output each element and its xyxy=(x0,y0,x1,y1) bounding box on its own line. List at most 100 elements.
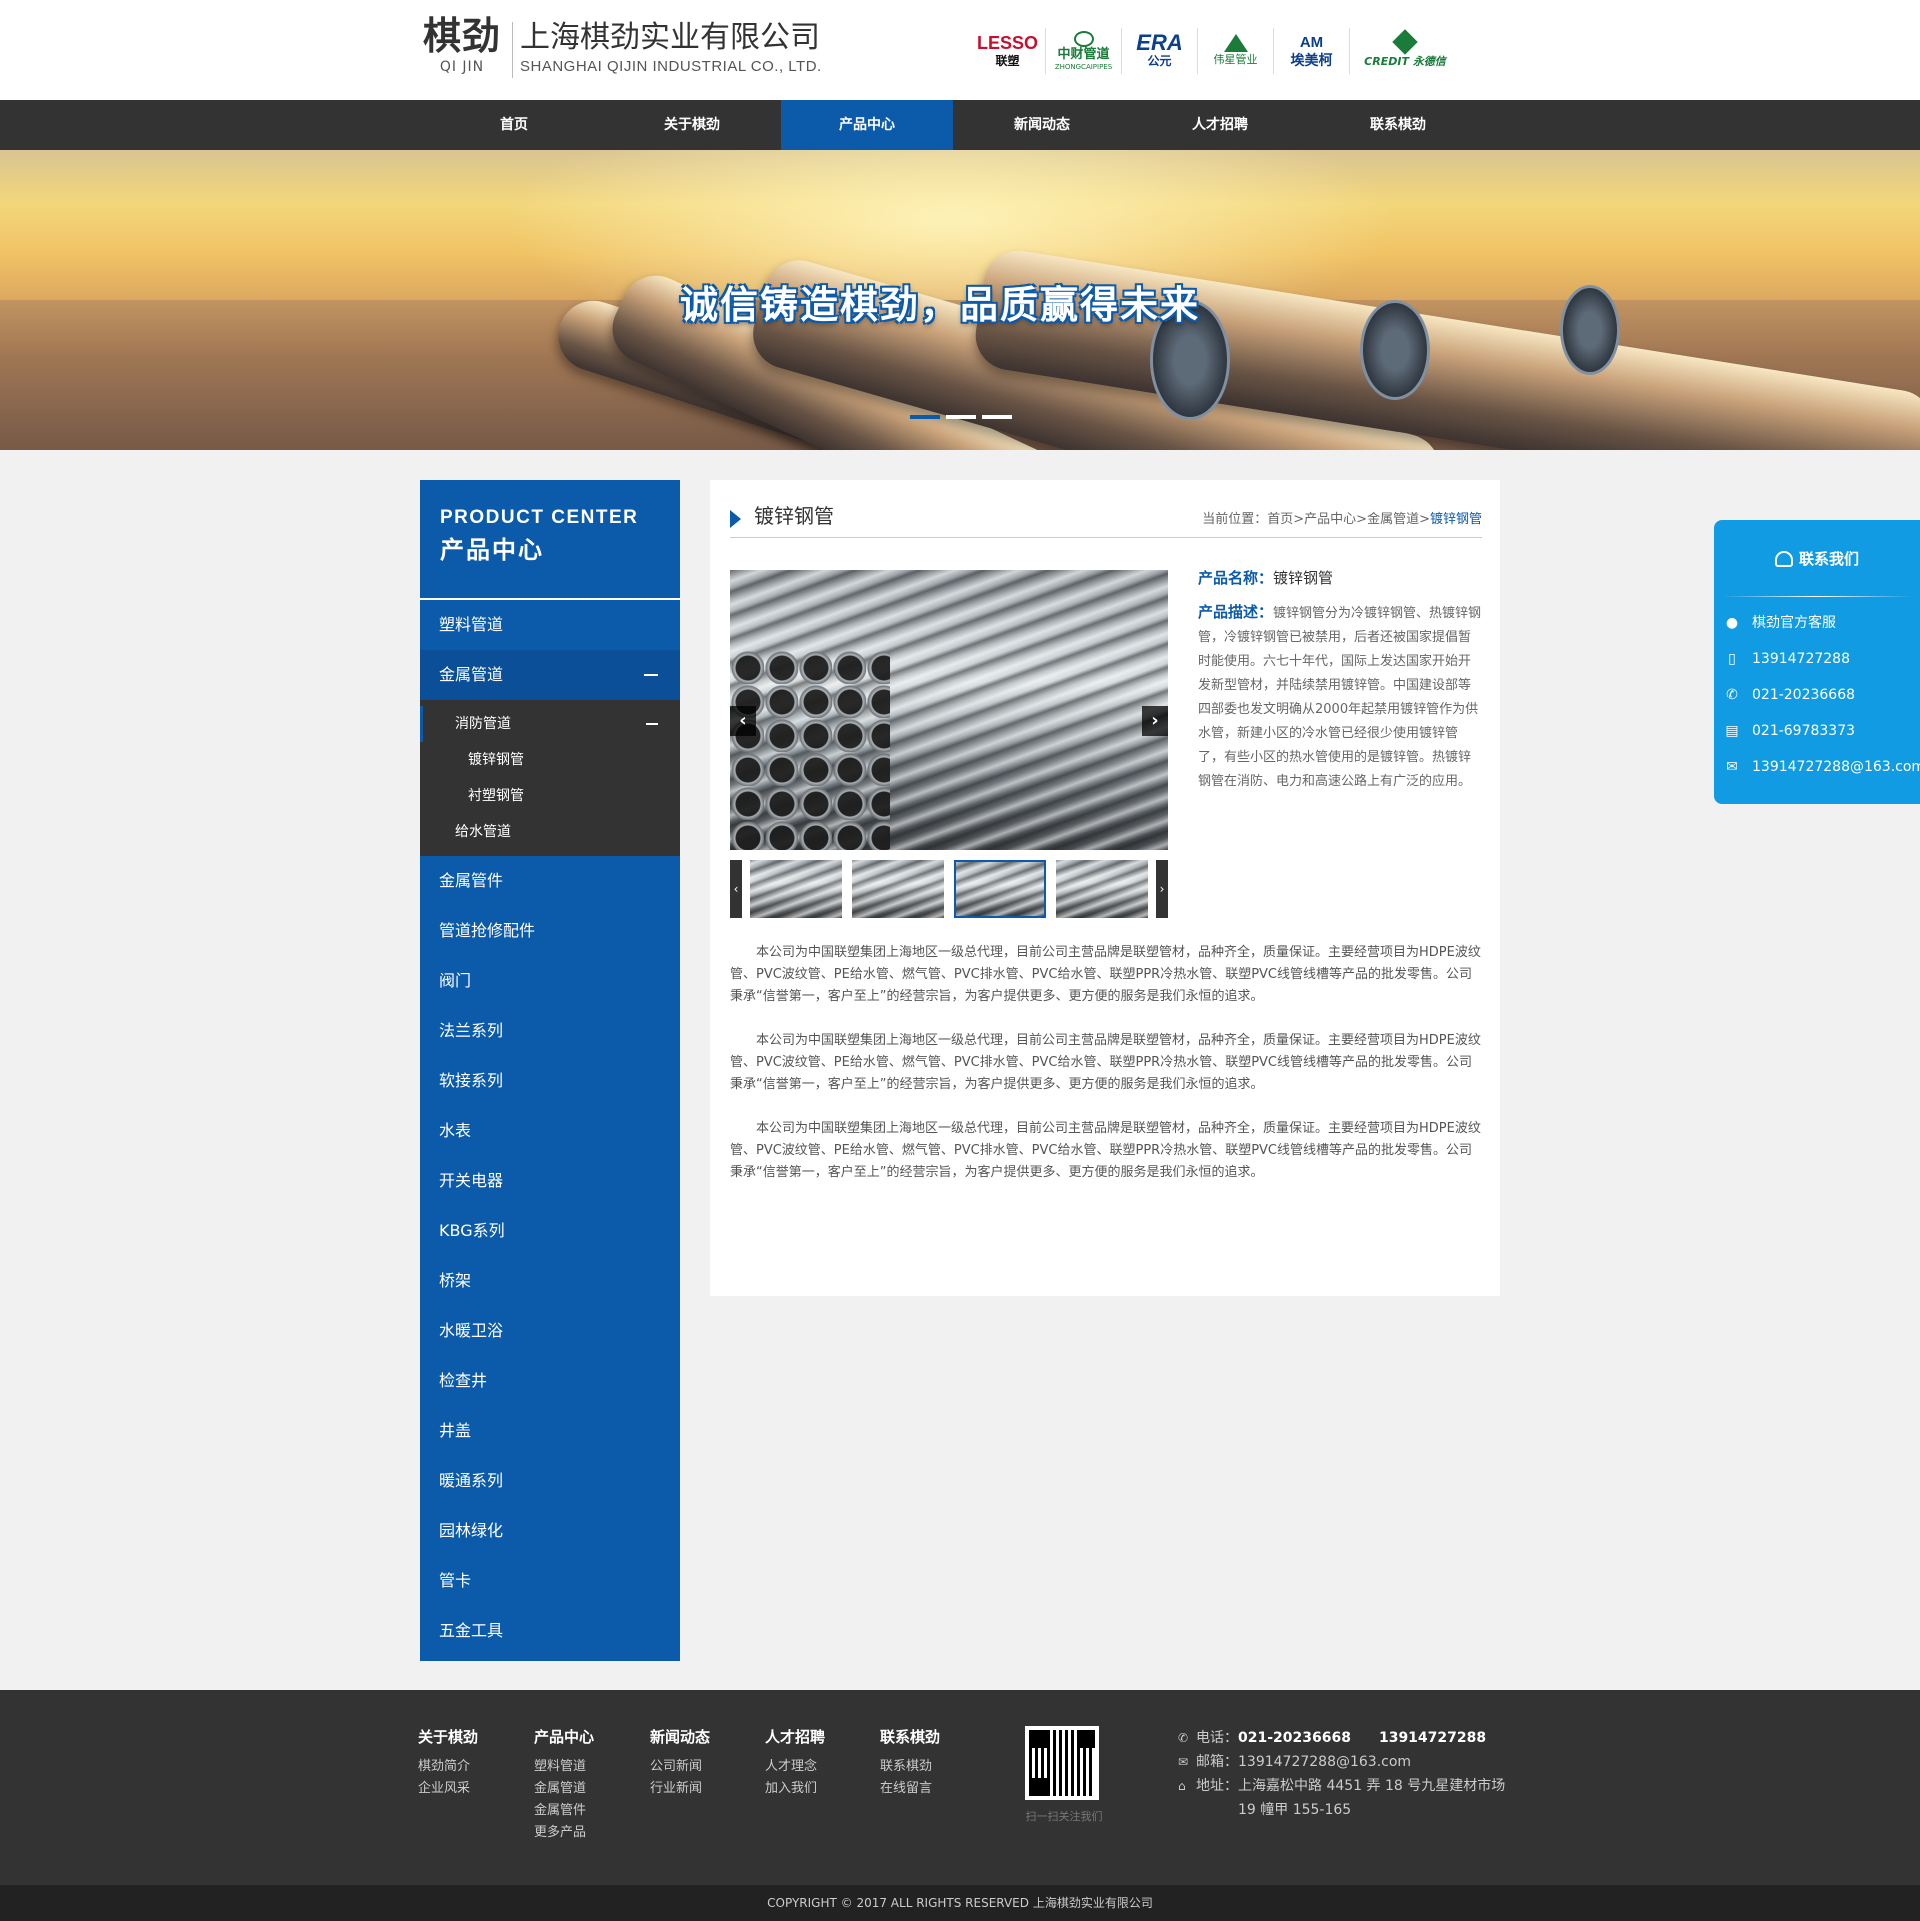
footer-link[interactable]: 加入我们 xyxy=(765,1778,825,1800)
product-description: 产品描述：镀锌钢管分为冷镀锌钢管、热镀锌钢管，冷镀锌钢管已被禁用，后者还被国家提… xyxy=(1198,603,1482,789)
footer-link[interactable]: 金属管件 xyxy=(534,1800,594,1822)
footer-link[interactable]: 在线留言 xyxy=(880,1778,940,1800)
sidebar-item[interactable]: 井盖 xyxy=(420,1406,680,1456)
footer-contact-info: ✆ 电话：021-20236668 13914727288 ✉ 邮箱：1391472… xyxy=(1178,1726,1508,1822)
nav-item-news[interactable]: 新闻动态 xyxy=(953,100,1131,150)
qq-icon: ● xyxy=(1725,615,1739,631)
brand-logo-weixing: 伟星管业 xyxy=(1198,28,1274,74)
footer-address-line2: 19 幢甲 155-165 xyxy=(1238,1802,1352,1818)
footer-email: ✉ 邮箱：13914727288@163.com xyxy=(1178,1750,1508,1774)
zhongcai-emblem-icon xyxy=(1073,30,1094,47)
sidebar-item[interactable]: 桥架 xyxy=(420,1256,680,1306)
sidebar-item[interactable]: 水表 xyxy=(420,1106,680,1156)
thumb-next-icon[interactable]: › xyxy=(1156,860,1168,918)
sidebar-submenu: 消防管道 镀锌钢管 衬塑钢管 给水管道 xyxy=(420,700,680,856)
footer-link[interactable]: 公司新闻 xyxy=(650,1756,710,1778)
sidebar-item-expanded[interactable]: 金属管道 xyxy=(420,650,680,700)
collapse-icon[interactable] xyxy=(646,723,658,725)
sidebar-item[interactable]: 塑料管道 xyxy=(420,600,680,650)
brand-logo-credit: CREDIT 永德信 xyxy=(1350,28,1460,74)
float-contact-email[interactable]: ✉ 13914727288@163.com xyxy=(1714,749,1920,785)
breadcrumb-link[interactable]: 首页 xyxy=(1267,512,1293,527)
breadcrumb-link[interactable]: 金属管道 xyxy=(1367,512,1419,527)
sidebar-item[interactable]: 检查井 xyxy=(420,1356,680,1406)
weixing-emblem-icon xyxy=(1223,34,1248,52)
product-main-image[interactable] xyxy=(730,570,1168,850)
footer-column-contact: 联系棋劲 联系棋劲 在线留言 xyxy=(880,1726,940,1800)
collapse-icon[interactable] xyxy=(644,674,658,676)
nav-item-products[interactable]: 产品中心 xyxy=(781,100,953,150)
footer-link[interactable]: 企业风采 xyxy=(418,1778,478,1800)
product-thumbnail[interactable] xyxy=(750,860,842,918)
body-paragraph: 本公司为中国联塑集团上海地区一级总代理，目前公司主营品牌是联塑管材，品种齐全，质… xyxy=(730,945,1481,1004)
sidebar-item[interactable]: 水暖卫浴 xyxy=(420,1306,680,1356)
brand-logo-aimeike: AM 埃美柯 xyxy=(1274,28,1350,74)
footer-column-news: 新闻动态 公司新闻 行业新闻 xyxy=(650,1726,710,1800)
banner-dot[interactable] xyxy=(910,415,940,419)
banner-dot[interactable] xyxy=(946,415,976,419)
credit-emblem-icon xyxy=(1392,29,1418,55)
sidebar-item[interactable]: 开关电器 xyxy=(420,1156,680,1206)
breadcrumb-current: 镀锌钢管 xyxy=(1429,512,1482,527)
nav-item-home[interactable]: 首页 xyxy=(425,100,603,150)
page-title: 镀锌钢管 xyxy=(754,504,834,528)
footer-link[interactable]: 金属管道 xyxy=(534,1778,594,1800)
nav-item-contact[interactable]: 联系棋劲 xyxy=(1309,100,1487,150)
product-thumbnail[interactable] xyxy=(852,860,944,918)
sidebar-item[interactable]: 五金工具 xyxy=(420,1606,680,1656)
footer-column-products: 产品中心 塑料管道 金属管道 金属管件 更多产品 xyxy=(534,1726,594,1844)
gallery-prev-icon[interactable]: ‹ xyxy=(730,706,756,736)
logo[interactable]: 棋劲 QI JIN xyxy=(420,14,504,76)
mail-icon: ✉ xyxy=(1726,759,1738,775)
sidebar-subitem-expanded[interactable]: 消防管道 xyxy=(420,706,680,742)
footer-link[interactable]: 棋劲简介 xyxy=(418,1756,478,1778)
sidebar-subitem[interactable]: 给水管道 xyxy=(420,814,680,850)
footer-link[interactable]: 行业新闻 xyxy=(650,1778,710,1800)
sidebar-item[interactable]: 管卡 xyxy=(420,1556,680,1606)
sidebar-item[interactable]: 暖通系列 xyxy=(420,1456,680,1506)
sidebar-item[interactable]: 软接系列 xyxy=(420,1056,680,1106)
gallery-next-icon[interactable]: › xyxy=(1142,706,1168,736)
company-name-en: SHANGHAI QIJIN INDUSTRIAL CO., LTD. xyxy=(520,58,822,75)
sidebar-subsubitem[interactable]: 衬塑钢管 xyxy=(420,778,680,814)
float-contact-qq[interactable]: ● 棋劲官方客服 xyxy=(1714,605,1920,641)
sidebar-item[interactable]: 阀门 xyxy=(420,956,680,1006)
banner-flange xyxy=(1360,300,1430,400)
footer-phone: ✆ 电话：021-20236668 13914727288 xyxy=(1178,1726,1508,1750)
footer-link[interactable]: 更多产品 xyxy=(534,1822,594,1844)
product-name: 产品名称：镀锌钢管 xyxy=(1198,569,1334,587)
body-paragraph: 本公司为中国联塑集团上海地区一级总代理，目前公司主营品牌是联塑管材，品种齐全，质… xyxy=(730,1121,1481,1180)
headset-icon xyxy=(1774,551,1793,567)
product-image-gallery: ‹ › xyxy=(730,570,1168,850)
footer-link[interactable]: 人才理念 xyxy=(765,1756,825,1778)
site-header: 棋劲 QI JIN 上海棋劲实业有限公司 SHANGHAI QIJIN INDU… xyxy=(0,0,1920,100)
sidebar-subsubitem[interactable]: 镀锌钢管 xyxy=(420,742,680,778)
float-contact-fax[interactable]: ▤ 021-69783373 xyxy=(1714,713,1920,749)
breadcrumb-link[interactable]: 产品中心 xyxy=(1304,512,1356,527)
hero-banner: 诚信铸造棋劲，品质赢得未来 xyxy=(0,150,1920,450)
sidebar-item[interactable]: 园林绿化 xyxy=(420,1506,680,1556)
sidebar-item[interactable]: 管道抢修配件 xyxy=(420,906,680,956)
sidebar-item[interactable]: 金属管件 xyxy=(420,856,680,906)
thumb-prev-icon[interactable]: ‹ xyxy=(730,860,742,918)
main-nav: 首页 关于棋劲 产品中心 新闻动态 人才招聘 联系棋劲 xyxy=(0,100,1920,150)
sidebar-item[interactable]: KBG系列 xyxy=(420,1206,680,1256)
title-arrow-icon xyxy=(730,510,741,528)
sidebar-title-cn: 产品中心 xyxy=(440,536,544,564)
footer-link[interactable]: 塑料管道 xyxy=(534,1756,594,1778)
nav-item-about[interactable]: 关于棋劲 xyxy=(603,100,781,150)
qr-code xyxy=(1025,1726,1099,1800)
site-footer: 关于棋劲 棋劲简介 企业风采 产品中心 塑料管道 金属管道 金属管件 更多产品 … xyxy=(0,1690,1920,1885)
product-thumbnail[interactable] xyxy=(1056,860,1148,918)
nav-item-careers[interactable]: 人才招聘 xyxy=(1131,100,1309,150)
sidebar-item[interactable]: 法兰系列 xyxy=(420,1006,680,1056)
product-detail: 镀锌钢管 当前位置：首页>产品中心>金属管道>镀锌钢管 ‹ › ‹ › 产品名称… xyxy=(710,480,1500,1296)
product-thumbnail-active[interactable] xyxy=(954,860,1046,918)
footer-link[interactable]: 联系棋劲 xyxy=(880,1756,940,1778)
footer-column-careers: 人才招聘 人才理念 加入我们 xyxy=(765,1726,825,1800)
float-contact-mobile[interactable]: ▯ 13914727288 xyxy=(1714,641,1920,677)
float-contact-title: 联系我们 xyxy=(1714,520,1920,580)
sidebar-header: PRODUCT CENTER 产品中心 xyxy=(420,480,680,600)
float-contact-phone[interactable]: ✆ 021-20236668 xyxy=(1714,677,1920,713)
banner-dot[interactable] xyxy=(982,415,1012,419)
